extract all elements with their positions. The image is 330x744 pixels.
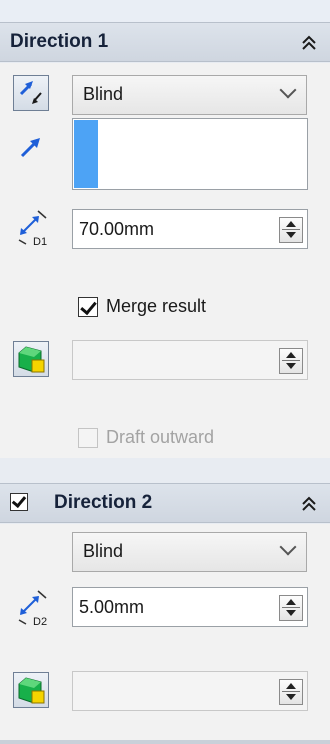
depth-spinner-1[interactable] xyxy=(279,217,303,243)
selection-highlight xyxy=(74,120,98,188)
svg-text:D2: D2 xyxy=(33,616,47,628)
direction1-header[interactable]: Direction 1 xyxy=(0,22,330,62)
svg-text:D1: D1 xyxy=(33,236,47,248)
merge-result-label: Merge result xyxy=(106,296,207,316)
reverse-direction-icon xyxy=(19,81,42,104)
spin-down-icon xyxy=(286,232,296,238)
chevron-down-icon xyxy=(279,81,297,99)
direction2-title: Direction 2 xyxy=(54,492,153,513)
direction1-title: Direction 1 xyxy=(10,31,109,52)
collapse-chevron-icon[interactable] xyxy=(297,33,321,55)
spin-up-icon xyxy=(286,352,296,358)
end-condition-select-2[interactable]: Blind xyxy=(72,532,307,572)
check-icon xyxy=(11,492,27,509)
direction-arrow-icon xyxy=(16,132,46,162)
draft-icon xyxy=(18,677,45,704)
end-condition-value-1: Blind xyxy=(83,84,124,104)
direction-selection-box[interactable] xyxy=(72,118,308,190)
spin-up-icon xyxy=(286,221,296,227)
depth-field-2[interactable]: 5.00mm xyxy=(72,587,308,627)
depth-value-2: 5.00mm xyxy=(79,597,145,617)
spin-down-icon xyxy=(286,610,296,616)
draft-angle-field-2[interactable] xyxy=(72,671,308,711)
draft-toggle-button[interactable] xyxy=(13,341,49,377)
draft-toggle-button-2[interactable] xyxy=(13,672,49,708)
draft-angle-field-1[interactable] xyxy=(72,340,308,380)
end-condition-select-1[interactable]: Blind xyxy=(72,75,307,115)
spin-down-icon xyxy=(286,363,296,369)
draft-spinner-1[interactable] xyxy=(279,348,303,374)
depth-field-1[interactable]: 70.00mm xyxy=(72,209,308,249)
spin-up-icon xyxy=(286,599,296,605)
direction2-header[interactable]: Direction 2 xyxy=(0,483,330,523)
draft-icon xyxy=(18,346,45,373)
merge-result-checkbox[interactable] xyxy=(78,297,98,317)
section-gap xyxy=(0,458,330,483)
draft-spinner-2[interactable] xyxy=(279,679,303,705)
collapse-chevron-icon[interactable] xyxy=(297,494,321,516)
check-icon xyxy=(80,297,97,316)
spin-up-icon xyxy=(286,683,296,689)
depth-d2-icon: D2 xyxy=(16,588,52,628)
panel-top-strip xyxy=(0,0,330,22)
draft-outward-label: Draft outward xyxy=(106,427,215,447)
chevron-down-icon xyxy=(279,538,297,556)
draft-outward-checkbox[interactable] xyxy=(78,428,98,448)
direction2-enable-checkbox[interactable] xyxy=(10,492,28,511)
depth-spinner-2[interactable] xyxy=(279,595,303,621)
depth-d1-icon: D1 xyxy=(16,208,52,248)
panel-bottom-edge xyxy=(0,740,330,744)
reverse-direction-button[interactable] xyxy=(13,75,49,111)
depth-value-1: 70.00mm xyxy=(79,219,155,239)
spin-down-icon xyxy=(286,694,296,700)
end-condition-value-2: Blind xyxy=(83,541,124,561)
